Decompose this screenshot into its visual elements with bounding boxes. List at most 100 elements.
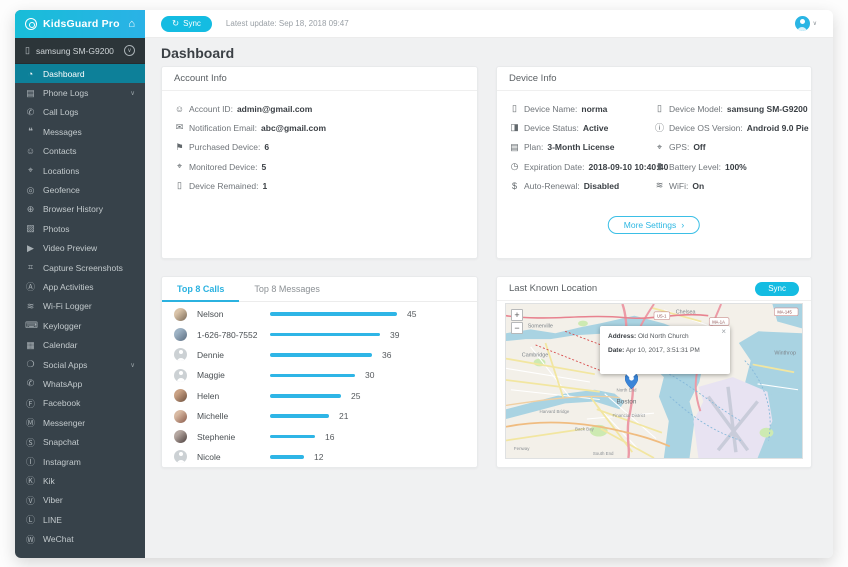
location-sync-button[interactable]: Sync: [755, 282, 799, 296]
dashboard-icon: ◔: [25, 69, 36, 79]
call-count-value: 16: [325, 432, 334, 442]
keylogger-icon: ⌨: [25, 320, 36, 331]
contact-name: Dennie: [197, 350, 270, 360]
desktop-background: KidsGuard Pro ⌂ ▯ samsung SM-G9200 ∨ ◔ D…: [0, 0, 848, 567]
tooltip-address-value: Old North Church: [638, 333, 689, 340]
contact-avatar: [174, 308, 187, 321]
sidebar-item-instagram[interactable]: Ⓘ Instagram: [15, 452, 145, 471]
map-label-south-end: South End: [593, 451, 614, 456]
contact-name: Stephenie: [197, 432, 270, 442]
map-label-boston: Boston: [617, 398, 637, 405]
call-logs-icon: ✆: [25, 107, 36, 118]
info-row-wifi: ≋ WiFi: On: [654, 176, 799, 195]
chevron-down-icon: ∨: [124, 45, 135, 56]
sidebar-item-line[interactable]: Ⓛ LINE: [15, 510, 145, 529]
contact-avatar: [174, 369, 187, 382]
user-menu[interactable]: ∨: [795, 16, 817, 31]
sidebar-item-viber[interactable]: Ⓥ Viber: [15, 491, 145, 510]
sidebar-item-browser-history[interactable]: ⊕ Browser History: [15, 200, 145, 219]
info-row-device-remained: ▯ Device Remained: 1: [174, 176, 465, 195]
contact-name: Nelson: [197, 309, 270, 319]
messages-icon: ❝: [25, 126, 36, 137]
call-count-value: 39: [390, 330, 399, 340]
home-icon[interactable]: ⌂: [128, 19, 135, 30]
device-selector[interactable]: ▯ samsung SM-G9200 ∨: [15, 38, 145, 64]
account-id-icon: ☺: [174, 104, 185, 114]
chart-row-dennie: Dennie 36: [174, 345, 465, 365]
sidebar-item-geofence[interactable]: ◎ Geofence: [15, 180, 145, 199]
close-icon[interactable]: ×: [721, 328, 726, 336]
sidebar-item-calendar[interactable]: ▦ Calendar: [15, 335, 145, 354]
tab-top-8-messages[interactable]: Top 8 Messages: [239, 277, 335, 301]
more-settings-button[interactable]: More Settings ›: [608, 216, 700, 234]
contact-name: Maggie: [197, 370, 270, 380]
os-version-icon: ⓘ: [654, 121, 665, 134]
chart-row-helen: Helen 25: [174, 386, 465, 406]
topbar: ↻ Sync Latest update: Sep 18, 2018 09:47…: [145, 10, 833, 38]
call-count-value: 45: [407, 309, 416, 319]
sidebar-item-social-apps[interactable]: ❍ Social Apps: [15, 355, 145, 374]
device-info-card: Device Info ▯ Device Name: norma ◨: [496, 66, 812, 259]
device-model-icon: ▯: [654, 103, 665, 114]
calls-chart: Nelson 45 1-626-780-7552 39: [162, 302, 477, 467]
location-tooltip: × Address: Old North Church Date: Apr 10…: [600, 326, 730, 374]
line-icon: Ⓛ: [25, 513, 36, 526]
renewal-icon: $: [509, 181, 520, 191]
info-row-auto-renewal: $ Auto-Renewal: Disabled: [509, 176, 654, 195]
tab-top-8-calls[interactable]: Top 8 Calls: [162, 277, 239, 301]
map-label-harvard-bridge: Harvard Bridge: [540, 409, 570, 414]
device-selector-label: samsung SM-G9200: [36, 46, 114, 56]
wifi-logger-icon: ≋: [25, 301, 36, 312]
call-count-value: 36: [382, 350, 391, 360]
sidebar-item-locations[interactable]: ⌖ Locations: [15, 161, 145, 180]
viber-icon: Ⓥ: [25, 494, 36, 507]
sidebar-item-call-logs[interactable]: ✆ Call Logs: [15, 103, 145, 122]
sidebar-item-app-activities[interactable]: Ⓐ App Activities: [15, 277, 145, 296]
sidebar-item-photos[interactable]: ▨ Photos: [15, 219, 145, 238]
facebook-icon: Ⓕ: [25, 397, 36, 410]
contact-name: Helen: [197, 391, 270, 401]
contact-avatar: [174, 430, 187, 443]
info-row-account-id: ☺ Account ID: admin@gmail.com: [174, 99, 465, 118]
app-activities-icon: Ⓐ: [25, 280, 36, 293]
sidebar-item-contacts[interactable]: ☺ Contacts: [15, 142, 145, 161]
call-count-value: 12: [314, 452, 323, 462]
sidebar-item-phone-logs[interactable]: ▤ Phone Logs: [15, 83, 145, 102]
photos-icon: ▨: [25, 223, 36, 234]
call-count-value: 25: [351, 391, 360, 401]
sidebar-item-dashboard[interactable]: ◔ Dashboard: [15, 64, 145, 83]
sidebar-item-video-preview[interactable]: ▶ Video Preview: [15, 239, 145, 258]
sidebar-item-keylogger[interactable]: ⌨ Keylogger: [15, 316, 145, 335]
kidsguard-logo-icon: [25, 18, 37, 30]
map-label-back-bay: Back Bay: [575, 427, 595, 432]
latest-update-text: Latest update: Sep 18, 2018 09:47: [226, 19, 349, 28]
call-count-value: 21: [339, 411, 348, 421]
chart-row-nicole: Nicole 12: [174, 447, 465, 467]
sidebar-item-wechat[interactable]: Ⓦ WeChat: [15, 529, 145, 548]
user-avatar-icon: [795, 16, 810, 31]
map-label-chelsea: Chelsea: [676, 310, 696, 316]
activity-tabs: Top 8 Calls Top 8 Messages: [162, 277, 477, 302]
sidebar-item-kik[interactable]: Ⓚ Kik: [15, 471, 145, 490]
svg-text:MA-145: MA-145: [777, 310, 792, 315]
instagram-icon: Ⓘ: [25, 455, 36, 468]
info-row-notification-email: ✉ Notification Email: abc@gmail.com: [174, 118, 465, 137]
locations-icon: ⌖: [25, 165, 36, 176]
sidebar-item-messenger[interactable]: Ⓜ Messenger: [15, 413, 145, 432]
email-icon: ✉: [174, 122, 185, 133]
call-count-bar: [270, 312, 397, 316]
map[interactable]: Somerville Cambridge Chelsea Winthrop Bo…: [505, 303, 803, 459]
sidebar-item-snapchat[interactable]: Ⓢ Snapchat: [15, 432, 145, 451]
sidebar-item-capture-screenshots[interactable]: ⌗ Capture Screenshots: [15, 258, 145, 277]
sidebar-item-facebook[interactable]: Ⓕ Facebook: [15, 394, 145, 413]
map-zoom-in-button[interactable]: +: [511, 309, 523, 321]
map-zoom-out-button[interactable]: −: [511, 322, 523, 334]
contact-name: 1-626-780-7552: [197, 330, 270, 340]
sidebar-item-wi-fi-logger[interactable]: ≋ Wi-Fi Logger: [15, 297, 145, 316]
sync-button[interactable]: ↻ Sync: [161, 16, 212, 32]
tooltip-address-label: Address:: [608, 333, 636, 340]
sidebar-item-whatsapp[interactable]: ✆ WhatsApp: [15, 374, 145, 393]
sidebar-item-messages[interactable]: ❝ Messages: [15, 122, 145, 141]
page-title: Dashboard: [161, 45, 234, 61]
battery-icon: ▮: [654, 161, 665, 172]
